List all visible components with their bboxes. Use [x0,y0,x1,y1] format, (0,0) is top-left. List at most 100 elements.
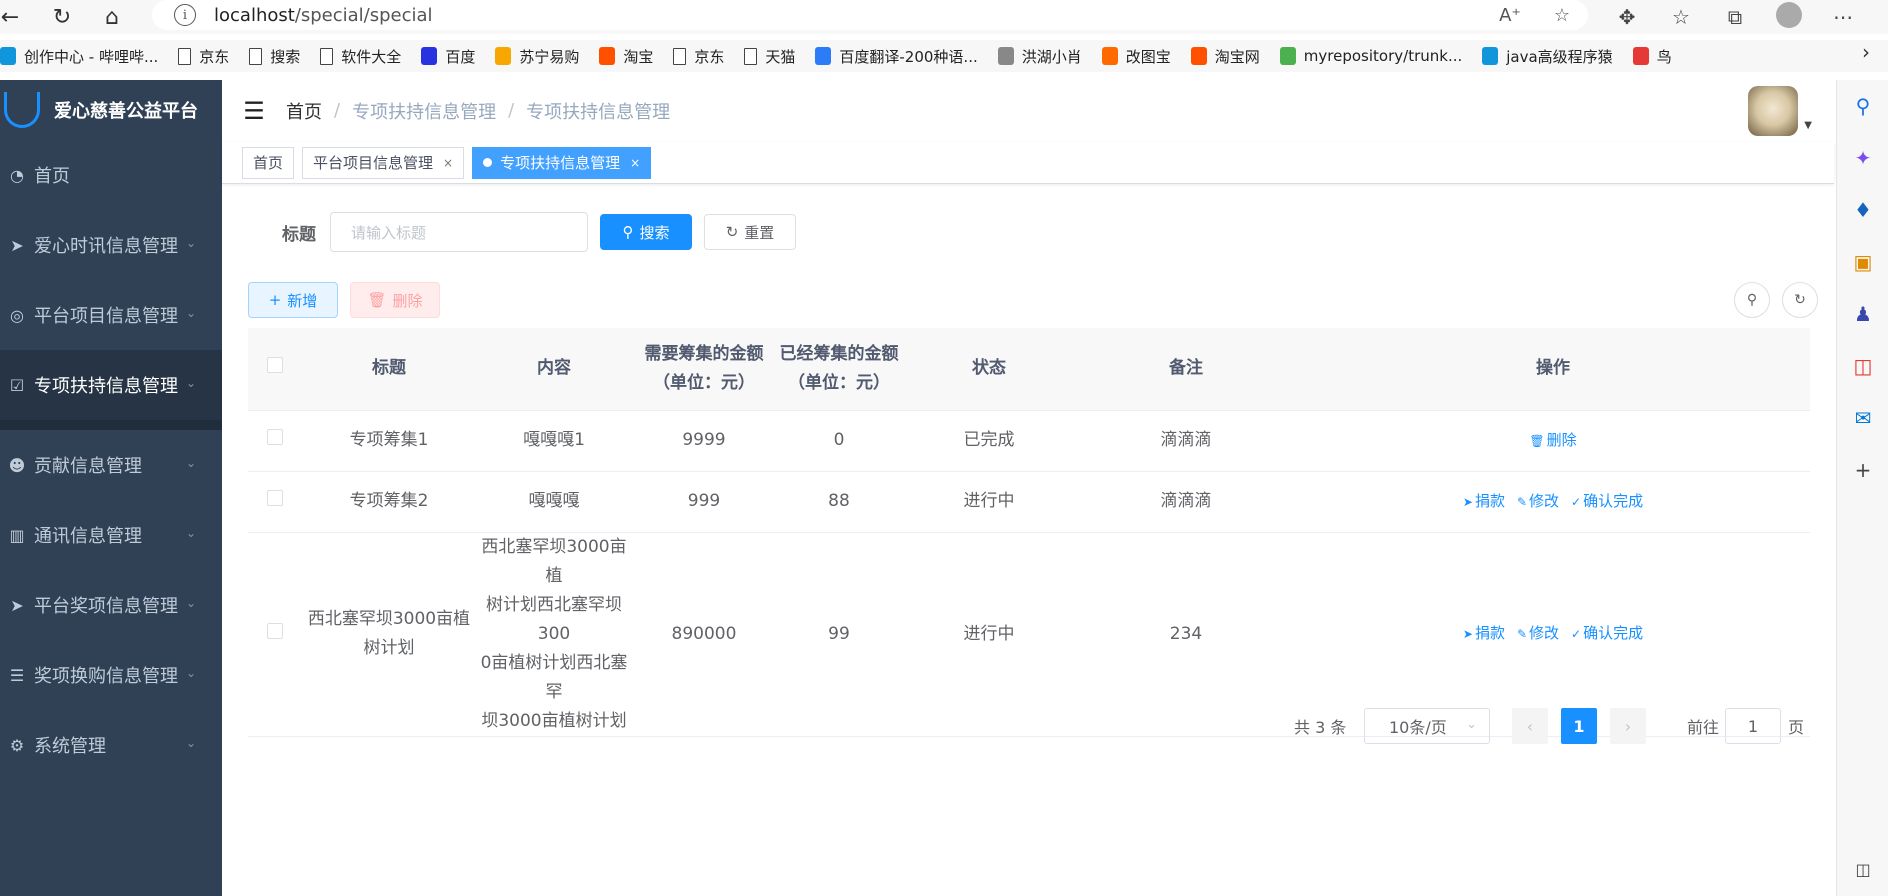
row-checkbox-cell[interactable] [248,532,302,737]
confirm-complete-button[interactable]: ✓ 确认完成 [1571,492,1643,510]
document-icon [178,47,192,65]
taobao-icon [599,47,616,65]
bookmark-item[interactable]: 淘宝 [599,46,653,67]
read-aloud-icon[interactable]: A⁺ [1484,5,1536,26]
collections-icon[interactable]: ⧉ [1708,5,1762,29]
tag-item[interactable]: 平台项目信息管理 × [302,146,465,179]
chart-icon: ☑ [9,375,25,395]
bookmark-item[interactable]: 淘宝网 [1190,46,1260,67]
row-checkbox-cell[interactable] [248,410,302,472]
copilot-icon[interactable]: ✦ [1837,146,1888,170]
extensions-icon[interactable]: ✥ [1600,5,1654,29]
reset-button[interactable]: ↻ 重置 [704,214,796,250]
edit-button[interactable]: ✎ 修改 [1517,492,1559,510]
site-info-icon[interactable]: i [174,4,196,26]
chevron-down-icon: ⌄ [185,236,196,250]
checkbox[interactable] [267,490,283,506]
donate-button[interactable]: ➤ 捐款 [1463,492,1505,510]
cell-need: 9999 [632,410,776,472]
table-row: 专项筹集2 嘎嘎嘎 999 88 进行中 滴滴滴 ➤ 捐款 ✎ 修改 ✓ 确认完成 [248,471,1810,533]
sidebar-item[interactable]: ☻ 贡献信息管理 ⌄ [0,430,222,500]
bookmark-item[interactable]: myrepository/trunk... [1279,47,1462,65]
sidebar-item[interactable]: ▥ 通讯信息管理 ⌄ [0,500,222,570]
donate-button[interactable]: ➤ 捐款 [1463,624,1505,642]
bookmark-item[interactable]: 创作中心 - 哔哩哔... [0,46,158,67]
goto-page-input[interactable]: 1 [1725,708,1781,744]
bookmark-item[interactable]: 苏宁易购 [495,46,579,67]
games-icon[interactable]: ♟ [1837,302,1888,326]
edit-icon: ✎ [1516,627,1528,641]
bookmark-item[interactable]: 天猫 [744,46,795,67]
close-icon[interactable]: × [630,156,640,170]
user-avatar[interactable] [1748,86,1798,136]
sidebar-item[interactable]: ◎ 平台项目信息管理 ⌄ [0,280,222,350]
confirm-complete-button[interactable]: ✓ 确认完成 [1571,624,1643,642]
breadcrumb-home[interactable]: 首页 [286,98,322,124]
bookmark-item[interactable]: 搜索 [249,46,300,67]
bookmark-item[interactable]: 洪湖小肖 [997,46,1082,67]
refresh-table-button[interactable]: ↻ [1782,282,1818,318]
pagination-total: 共 3 条 [1294,718,1347,737]
outlook-icon[interactable]: ✉ [1837,406,1888,430]
sidebar-item[interactable]: ☑ 专项扶持信息管理 ⌄ [0,350,222,420]
search-button[interactable]: ⚲ 搜索 [600,214,692,250]
favorite-add-icon[interactable]: ☆ [1536,5,1588,26]
url-text[interactable]: localhost/special/special [214,5,433,26]
toggle-search-button[interactable]: ⚲ [1734,282,1770,318]
page-unit-label: 页 [1788,718,1805,737]
cell-line: 0亩植树计划西北塞罕 [480,652,628,702]
delete-row-button[interactable]: 🗑 删除 [1529,431,1576,449]
sidebar-item[interactable]: ➤ 爱心时讯信息管理 ⌄ [0,210,222,280]
bookmark-item[interactable]: 百度翻译-200种语... [815,46,978,67]
hamburger-icon[interactable]: ☰ [222,97,286,125]
office-icon[interactable]: ◫ [1837,354,1888,378]
sidebar-item[interactable]: ◔ 首页 [0,140,222,210]
search-icon[interactable]: ⚲ [1837,94,1888,118]
sidebar-item[interactable]: ➤ 平台奖项信息管理 ⌄ [0,570,222,640]
bookmark-item[interactable]: 百度 [421,46,475,67]
home-icon[interactable]: ⌂ [92,0,132,34]
bookmark-item[interactable]: 鸟 [1632,46,1672,67]
panel-toggle-icon[interactable]: ◫ [1837,860,1888,879]
brand[interactable]: 爱心慈善公益平台 [0,80,222,140]
address-bar[interactable]: i localhost/special/special A⁺ ☆ [152,0,1588,30]
checkbox[interactable] [267,622,283,639]
bookmark-item[interactable]: 京东 [178,46,229,67]
close-icon[interactable]: × [443,156,453,170]
back-icon[interactable]: ← [0,0,20,34]
page-size-select[interactable]: 10条/页 ⌄ [1364,708,1490,744]
favorites-icon[interactable]: ☆ [1654,5,1708,29]
more-icon[interactable]: ⋯ [1816,5,1870,29]
row-checkbox-cell[interactable] [248,471,302,533]
document-icon [744,47,758,65]
profile-icon[interactable] [1762,1,1816,33]
delete-button[interactable]: 🗑 删除 [350,282,440,318]
next-page-button[interactable]: › [1610,708,1646,744]
edit-button[interactable]: ✎ 修改 [1517,624,1559,642]
checkbox[interactable] [267,357,283,374]
caret-down-icon[interactable]: ▼ [1804,120,1812,131]
bookmark-item[interactable]: 改图宝 [1101,46,1171,67]
bookmark-item[interactable]: java高级程序猿 [1482,46,1613,67]
page-number-1[interactable]: 1 [1561,708,1597,744]
cell-actions: ➤ 捐款 ✎ 修改 ✓ 确认完成 [1296,471,1810,533]
select-all-checkbox[interactable] [248,328,302,411]
checkbox[interactable] [267,429,283,445]
bookmark-item[interactable]: 软件大全 [320,46,401,67]
sidebar-item[interactable]: ⚙ 系统管理 ⌄ [0,710,222,780]
shopping-tag-icon[interactable]: ♦ [1837,198,1888,222]
column-header-line: 操作 [1536,358,1570,379]
sidebar-item[interactable]: ☰ 奖项换购信息管理 ⌄ [0,640,222,710]
tag-item[interactable]: 首页 [242,146,295,179]
chevron-down-icon: ⌄ [185,736,196,750]
tag-item[interactable]: 专项扶持信息管理 × [472,146,652,179]
add-button[interactable]: + 新增 [248,282,338,318]
chevron-right-icon[interactable]: › [1862,40,1870,64]
cell-line: 西北塞罕坝3000亩植 [481,536,627,586]
refresh-icon[interactable]: ↻ [42,0,82,34]
add-icon[interactable]: + [1837,458,1888,482]
bookmark-item[interactable]: 京东 [673,46,724,67]
toolbox-icon[interactable]: ▣ [1837,250,1888,274]
prev-page-button[interactable]: ‹ [1512,708,1548,744]
title-search-input[interactable]: 请输入标题 [330,212,588,252]
